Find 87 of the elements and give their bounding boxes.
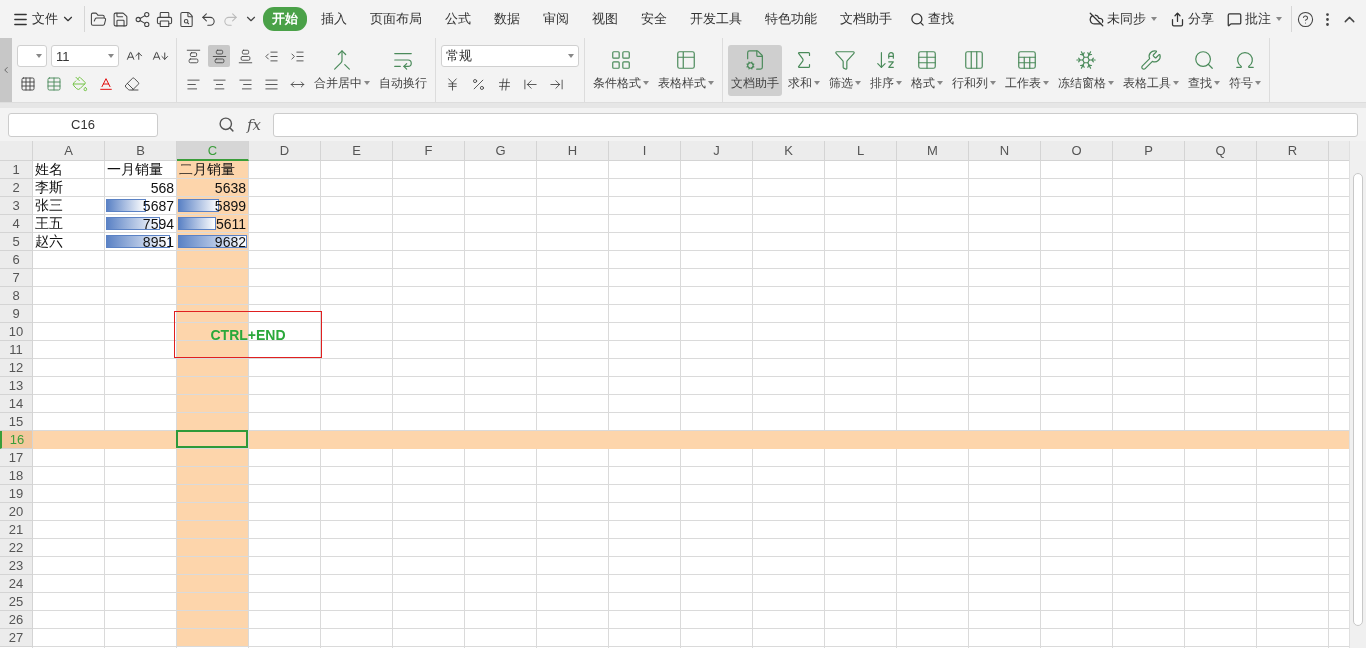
- row-header[interactable]: 22: [0, 539, 33, 557]
- toolbar-action[interactable]: 批注: [1223, 8, 1286, 30]
- name-box[interactable]: C16: [8, 112, 158, 137]
- column-header[interactable]: I: [609, 141, 681, 161]
- column-header[interactable]: L: [825, 141, 897, 161]
- ribbon-button[interactable]: 求和: [785, 44, 823, 96]
- toolbar-action[interactable]: 分享: [1166, 8, 1218, 30]
- column-header[interactable]: N: [969, 141, 1041, 161]
- annotation-callout: CTRL+END: [174, 311, 322, 358]
- ribbon-button[interactable]: 合并居中: [311, 44, 373, 96]
- row-header[interactable]: 6: [0, 251, 33, 269]
- ribbon-button[interactable]: 表格工具: [1120, 44, 1182, 96]
- table-cell: 姓名: [33, 161, 105, 179]
- toolbar-action[interactable]: 未同步: [1085, 8, 1161, 30]
- ribbon-tab[interactable]: 开发工具: [681, 7, 751, 31]
- ribbon-tab[interactable]: 页面布局: [361, 7, 431, 31]
- row-header[interactable]: 20: [0, 503, 33, 521]
- ribbon-button[interactable]: 格式: [908, 44, 946, 96]
- ribbon-button[interactable]: 查找: [1185, 44, 1223, 96]
- column-header[interactable]: R: [1257, 141, 1329, 161]
- ribbon-tab[interactable]: 特色功能: [756, 7, 826, 31]
- font-size-field[interactable]: 11: [51, 45, 119, 67]
- insert-function-button[interactable]: fx: [247, 115, 261, 134]
- row-header[interactable]: 1: [0, 161, 33, 179]
- table-cell: 王五: [33, 215, 105, 233]
- ribbon-button[interactable]: 表格样式: [655, 44, 717, 96]
- column-header[interactable]: F: [393, 141, 465, 161]
- row-header[interactable]: 8: [0, 287, 33, 305]
- row-header[interactable]: 19: [0, 485, 33, 503]
- table-cell: 5611: [177, 215, 249, 233]
- column-header[interactable]: P: [1113, 141, 1185, 161]
- ribbon-tab[interactable]: 视图: [583, 7, 627, 31]
- ribbon-tab[interactable]: 数据: [485, 7, 529, 31]
- column-header[interactable]: O: [1041, 141, 1113, 161]
- row-header[interactable]: 25: [0, 593, 33, 611]
- row-header[interactable]: 5: [0, 233, 33, 251]
- row-header[interactable]: 18: [0, 467, 33, 485]
- column-header[interactable]: G: [465, 141, 537, 161]
- row-header[interactable]: 24: [0, 575, 33, 593]
- number-format-field[interactable]: 常规: [441, 45, 579, 67]
- ribbon-tab[interactable]: 文档助手: [831, 7, 901, 31]
- row-header[interactable]: 15: [0, 413, 33, 431]
- row-header[interactable]: 17: [0, 449, 33, 467]
- column-header[interactable]: M: [897, 141, 969, 161]
- search-tab[interactable]: 查找: [906, 8, 958, 30]
- table-cell: 赵六: [33, 233, 105, 251]
- table-cell: 张三: [33, 197, 105, 215]
- column-header[interactable]: E: [321, 141, 393, 161]
- row-header[interactable]: 3: [0, 197, 33, 215]
- ribbon-button[interactable]: 符号: [1226, 44, 1264, 96]
- row-header[interactable]: 23: [0, 557, 33, 575]
- table-cell: 5638: [177, 179, 249, 197]
- row-header[interactable]: 12: [0, 359, 33, 377]
- column-header[interactable]: Q: [1185, 141, 1257, 161]
- column-header[interactable]: H: [537, 141, 609, 161]
- file-menu[interactable]: 文件: [8, 8, 79, 30]
- ribbon-tab[interactable]: 安全: [632, 7, 676, 31]
- table-cell: 李斯: [33, 179, 105, 197]
- ribbon-button[interactable]: 条件格式: [590, 44, 652, 96]
- ribbon-tab[interactable]: 公式: [436, 7, 480, 31]
- ribbon-tab[interactable]: 审阅: [534, 7, 578, 31]
- ribbon-button[interactable]: 排序: [867, 44, 905, 96]
- row-header[interactable]: 4: [0, 215, 33, 233]
- row-header[interactable]: 7: [0, 269, 33, 287]
- ribbon-tab[interactable]: 插入: [312, 7, 356, 31]
- row-header[interactable]: 26: [0, 611, 33, 629]
- column-header[interactable]: D: [249, 141, 321, 161]
- table-cell: 二月销量: [177, 161, 249, 179]
- ribbon-button[interactable]: 冻结窗格: [1055, 44, 1117, 96]
- column-header[interactable]: J: [681, 141, 753, 161]
- row-header[interactable]: 9: [0, 305, 33, 323]
- row-header[interactable]: 13: [0, 377, 33, 395]
- column-header[interactable]: K: [753, 141, 825, 161]
- ribbon-button[interactable]: 工作表: [1002, 44, 1052, 96]
- row-header[interactable]: 27: [0, 629, 33, 647]
- ribbon-button[interactable]: 自动换行: [376, 44, 430, 96]
- table-cell: 9682: [177, 233, 249, 251]
- column-header[interactable]: A: [33, 141, 105, 161]
- ribbon-button[interactable]: 行和列: [949, 44, 999, 96]
- row-header[interactable]: 14: [0, 395, 33, 413]
- row-header[interactable]: 21: [0, 521, 33, 539]
- column-header[interactable]: B: [105, 141, 177, 161]
- ribbon-button[interactable]: 筛选: [826, 44, 864, 96]
- ribbon-button[interactable]: 文档助手: [728, 44, 782, 96]
- row-header[interactable]: 11: [0, 341, 33, 359]
- row-header[interactable]: 2: [0, 179, 33, 197]
- row-header[interactable]: 10: [0, 323, 33, 341]
